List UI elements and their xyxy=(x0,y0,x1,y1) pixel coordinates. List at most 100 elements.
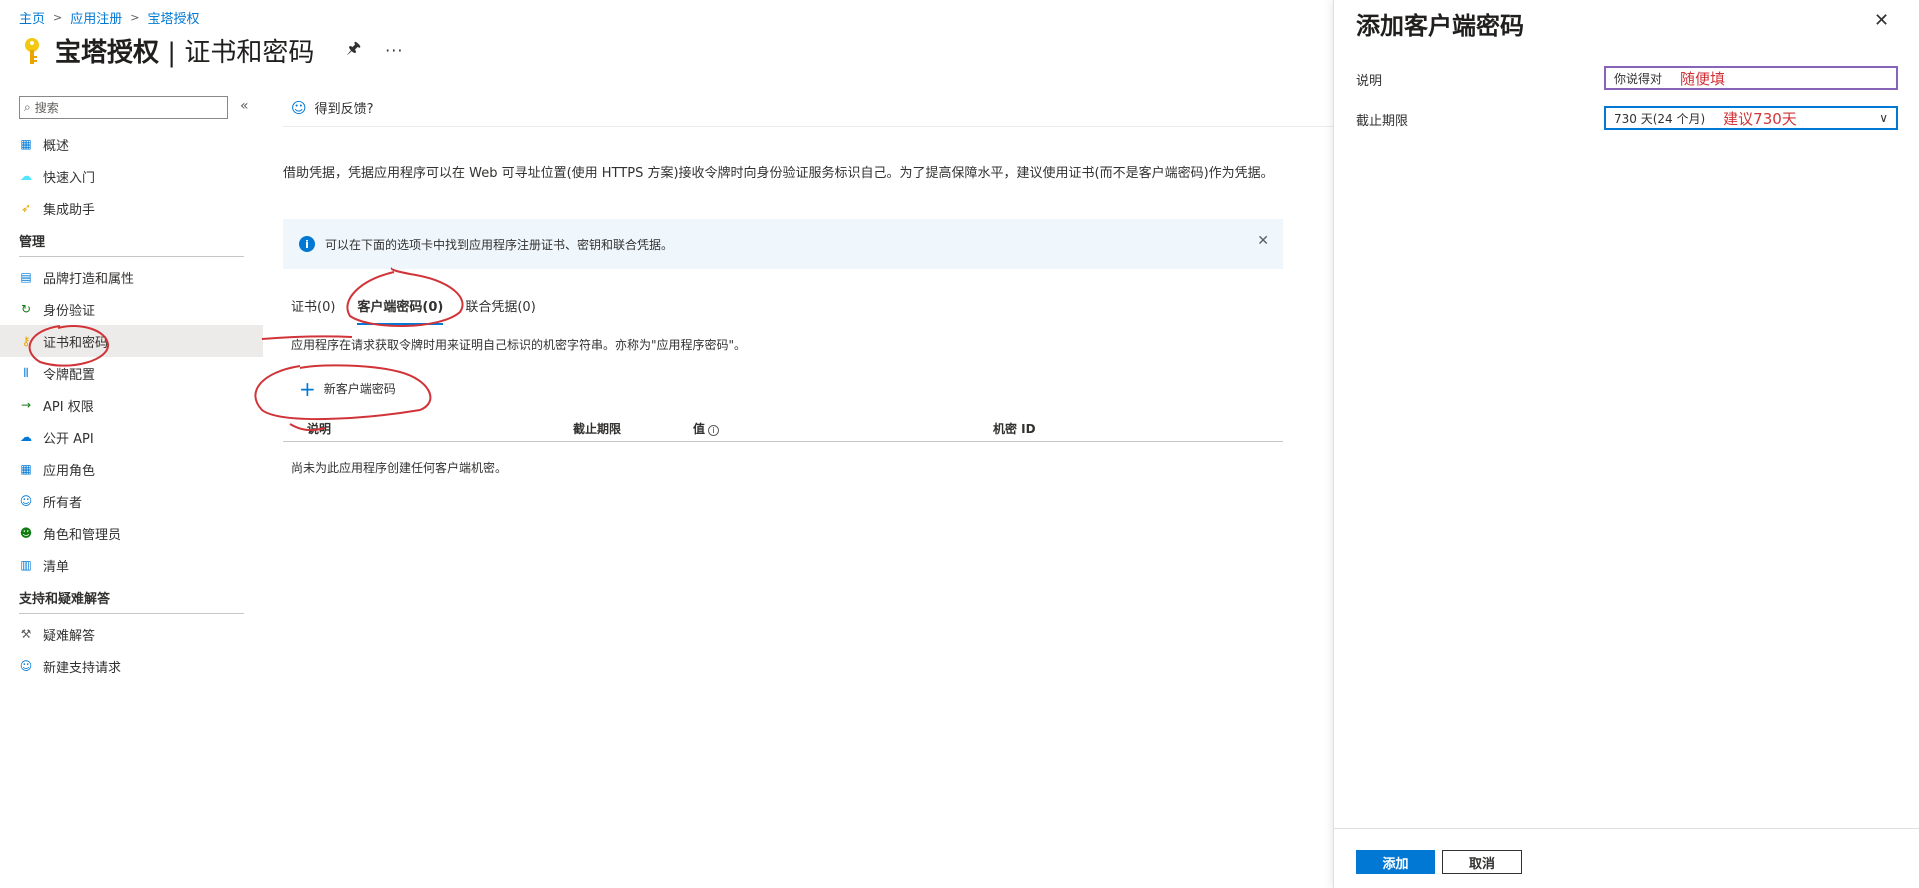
expiry-annotation: 建议730天 xyxy=(1723,109,1797,128)
wrench-icon: ⚒ xyxy=(20,627,32,641)
tabs: 证书(0) 客户端密码(0) 联合凭据(0) xyxy=(291,296,536,325)
tab-federated-credentials[interactable]: 联合凭据(0) xyxy=(465,296,535,325)
page-title-name: 宝塔授权 xyxy=(55,38,160,68)
sidebar-item-label: 快速入门 xyxy=(43,170,96,186)
title-divider: | xyxy=(159,38,185,68)
token-icon: ⫴ xyxy=(23,366,29,380)
chevron-right-icon: > xyxy=(53,11,63,24)
cloud-icon: ☁ xyxy=(20,430,32,444)
breadcrumb-app-registrations[interactable]: 应用注册 xyxy=(70,8,122,27)
tab-certificates[interactable]: 证书(0) xyxy=(291,296,335,325)
description-input[interactable]: 你说得对 随便填 xyxy=(1604,66,1898,90)
search-placeholder: 搜索 xyxy=(34,101,59,115)
sidebar-item-label: 角色和管理员 xyxy=(43,527,122,543)
branding-icon: ▤ xyxy=(20,270,32,284)
sidebar-item-api-permissions[interactable]: → API 权限 xyxy=(0,389,263,421)
sidebar-item-label: 疑难解答 xyxy=(43,628,96,644)
overview-icon: ▦ xyxy=(20,137,32,151)
breadcrumb-app[interactable]: 宝塔授权 xyxy=(147,8,199,27)
key-icon: ⚷ xyxy=(21,334,31,348)
column-header-value-label: 值 xyxy=(693,422,706,436)
page-subtitle: 证书和密码 xyxy=(184,38,315,68)
description-value: 你说得对 xyxy=(1614,71,1663,86)
sidebar-item-label: 清单 xyxy=(43,559,70,575)
sidebar-search[interactable]: ⌕ 搜索 xyxy=(19,96,228,119)
sidebar-item-token-configuration[interactable]: ⫴ 令牌配置 xyxy=(0,357,263,389)
auth-icon: ↻ xyxy=(20,302,32,316)
info-bar: i 可以在下面的选项卡中找到应用程序注册证书、密钥和联合凭据。 ✕ xyxy=(283,219,1283,269)
panel-title: 添加客户端密码 xyxy=(1356,12,1524,40)
sidebar-item-integration-assistant[interactable]: ➶ 集成助手 xyxy=(0,192,263,224)
quickstart-icon: ☁ xyxy=(20,169,32,183)
sidebar-item-certificates-secrets[interactable]: ⚷ 证书和密码 xyxy=(0,325,263,357)
sidebar-item-label: 公开 API xyxy=(43,431,94,447)
toolbar-divider xyxy=(283,126,1333,127)
support-person-icon: ☺ xyxy=(19,659,33,673)
tab-description: 应用程序在请求获取令牌时用来证明自己标识的机密字符串。亦称为"应用程序密码"。 xyxy=(291,338,747,352)
close-icon[interactable]: ✕ xyxy=(1257,233,1269,249)
sidebar-divider xyxy=(19,613,244,614)
collapse-sidebar-icon[interactable]: « xyxy=(240,98,249,114)
panel-footer-divider xyxy=(1334,828,1919,829)
chevron-down-icon: ∨ xyxy=(1879,111,1888,125)
column-header-secret-id: 机密 ID xyxy=(993,422,1036,436)
expiry-label: 截止期限 xyxy=(1356,114,1409,129)
tab-client-secrets[interactable]: 客户端密码(0) xyxy=(357,296,444,325)
sidebar-item-owners[interactable]: ☺ 所有者 xyxy=(0,485,263,517)
pin-icon[interactable]: 🖈 xyxy=(346,37,361,64)
rocket-icon: ➶ xyxy=(20,201,32,215)
sidebar-item-label: 身份验证 xyxy=(43,303,96,319)
sidebar-item-manifest[interactable]: ▥ 清单 xyxy=(0,549,263,581)
sidebar-item-expose-api[interactable]: ☁ 公开 API xyxy=(0,421,263,453)
column-header-value: 值i xyxy=(693,420,720,437)
manifest-icon: ▥ xyxy=(20,558,32,572)
sidebar-section-support: 支持和疑难解答 xyxy=(19,591,111,607)
empty-table-message: 尚未为此应用程序创建任何客户端机密。 xyxy=(291,461,508,475)
sidebar-divider xyxy=(19,256,244,257)
description-annotation: 随便填 xyxy=(1680,69,1726,88)
sidebar-item-roles-admins[interactable]: ☻ 角色和管理员 xyxy=(0,517,263,549)
owners-icon: ☺ xyxy=(19,494,33,508)
feedback-icon: ☺ xyxy=(291,98,307,117)
column-header-expires: 截止期限 xyxy=(573,422,622,436)
secrets-table-header: 说明 截止期限 值i 机密 ID xyxy=(283,416,1283,442)
feedback-button[interactable]: ☺ 得到反馈? xyxy=(291,98,374,118)
cancel-button[interactable]: 取消 xyxy=(1442,850,1522,874)
sidebar-item-label: 所有者 xyxy=(43,495,83,511)
sidebar-item-authentication[interactable]: ↻ 身份验证 xyxy=(0,293,263,325)
column-header-description: 说明 xyxy=(307,422,332,436)
plus-icon: + xyxy=(299,376,316,401)
sidebar-item-new-support-request[interactable]: ☺ 新建支持请求 xyxy=(0,650,263,682)
sidebar-item-overview[interactable]: ▦ 概述 xyxy=(0,128,263,160)
expiry-value: 730 天(24 个月) xyxy=(1614,111,1706,126)
api-permission-icon: → xyxy=(20,398,32,412)
close-icon[interactable]: ✕ xyxy=(1874,10,1889,31)
breadcrumb-home[interactable]: 主页 xyxy=(19,8,45,27)
sidebar-section-manage: 管理 xyxy=(19,234,46,250)
sidebar-item-label: 新建支持请求 xyxy=(43,660,122,676)
new-client-secret-button[interactable]: + 新客户端密码 xyxy=(299,376,396,401)
sidebar-item-label: 概述 xyxy=(43,138,70,154)
info-icon: i xyxy=(299,236,315,252)
roles-admins-icon: ☻ xyxy=(19,526,33,540)
expiry-select[interactable]: 730 天(24 个月) 建议730天 ∨ xyxy=(1604,106,1898,130)
sidebar-item-label: API 权限 xyxy=(43,399,94,415)
page-title: 宝塔授权 | 证书和密码 xyxy=(55,32,314,69)
sidebar-item-label: 应用角色 xyxy=(43,463,96,479)
info-bar-text: 可以在下面的选项卡中找到应用程序注册证书、密钥和联合凭据。 xyxy=(325,237,674,252)
info-icon[interactable]: i xyxy=(708,425,720,436)
key-icon xyxy=(25,37,39,64)
title-row: 宝塔授权 | 证书和密码 🖈 ··· xyxy=(19,32,403,69)
sidebar-item-branding[interactable]: ▤ 品牌打造和属性 xyxy=(0,261,263,293)
sidebar-item-label: 品牌打造和属性 xyxy=(43,271,135,287)
sidebar-item-app-roles[interactable]: ▦ 应用角色 xyxy=(0,453,263,485)
sidebar-item-label: 证书和密码 xyxy=(43,335,109,351)
more-options-icon[interactable]: ··· xyxy=(385,41,403,60)
add-button[interactable]: 添加 xyxy=(1356,850,1435,874)
feedback-label: 得到反馈? xyxy=(314,102,374,117)
sidebar-item-quickstart[interactable]: ☁ 快速入门 xyxy=(0,160,263,192)
sidebar-item-troubleshooting[interactable]: ⚒ 疑难解答 xyxy=(0,618,263,650)
sidebar-item-label: 集成助手 xyxy=(43,202,96,218)
sidebar-item-label: 令牌配置 xyxy=(43,367,96,383)
app-roles-icon: ▦ xyxy=(20,462,32,476)
